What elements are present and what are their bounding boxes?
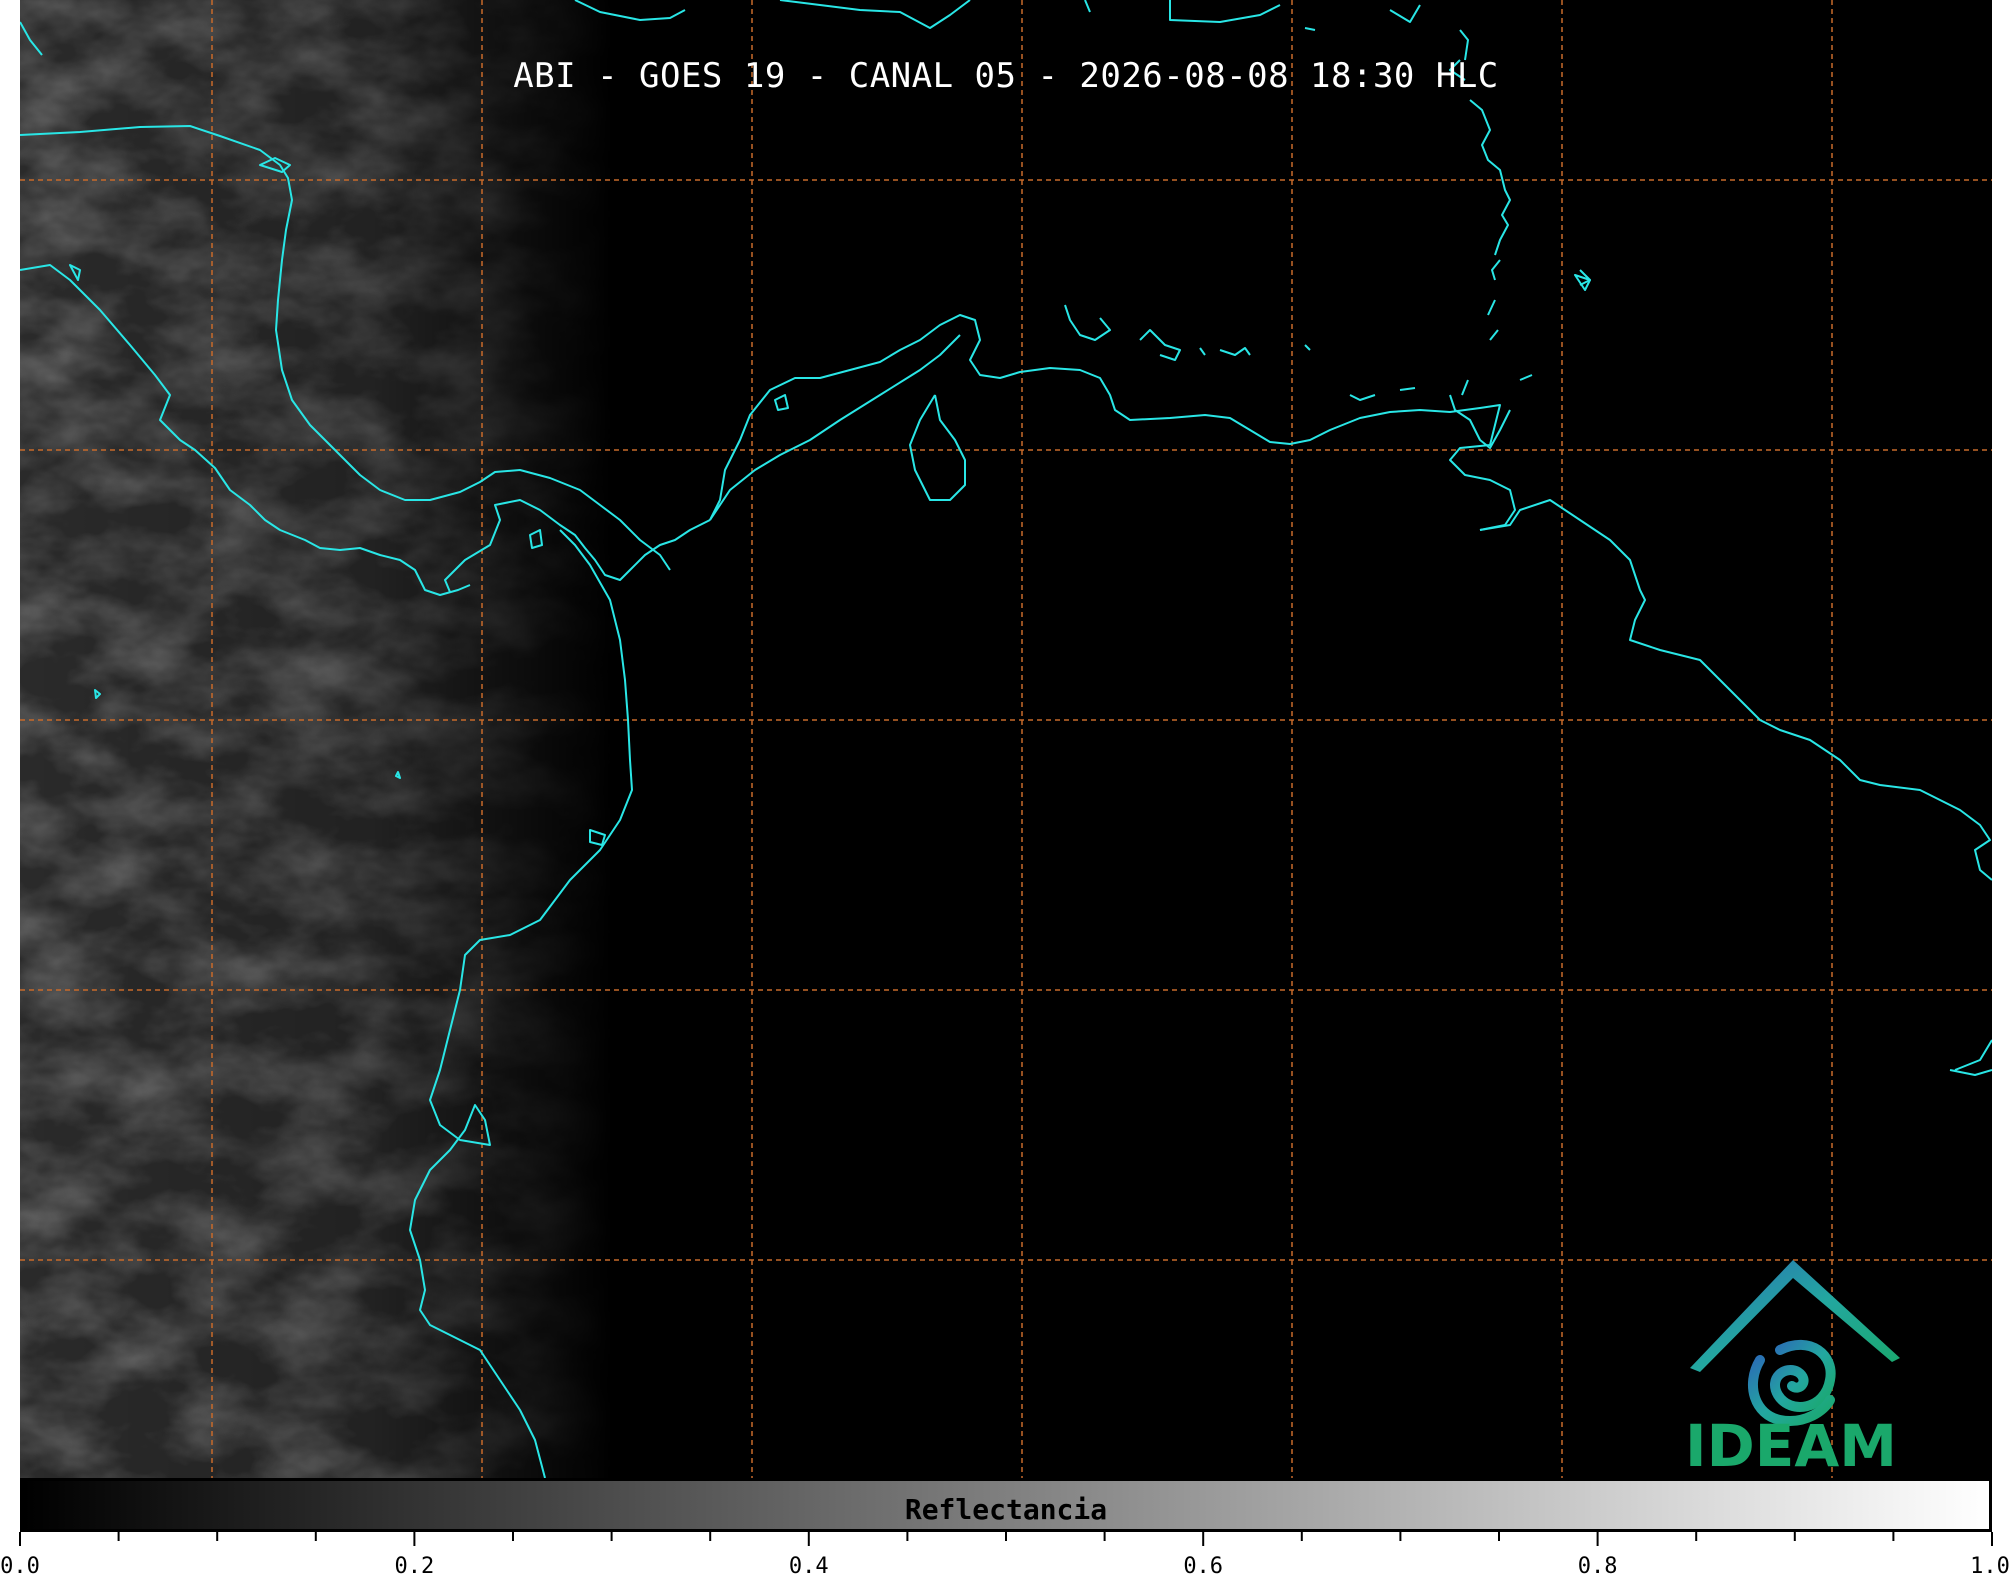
coastline-panama [444, 499, 711, 593]
colorbar-tick-label: 0.8 [1577, 1554, 1618, 1579]
mountain-roof-icon [1690, 1260, 1900, 1372]
colorbar-ticks [19, 1532, 1993, 1546]
coastline-central-america-caribbean [20, 21, 671, 571]
coastline-small-islands [69, 157, 1591, 846]
satellite-map: ABI - GOES 19 - CANAL 05 - 2026-08-08 18… [20, 0, 1992, 1478]
spiral-icon [1747, 1339, 1836, 1426]
ideam-logo-text: IDEAM [1685, 1412, 1897, 1478]
colorbar-tick-label: 0.6 [1183, 1554, 1224, 1579]
colorbar-tick-label: 0.4 [788, 1554, 829, 1579]
colorbar-tick-label: 0.2 [394, 1554, 435, 1579]
colorbar-label: Reflectancia [904, 1493, 1108, 1526]
colorbar: Reflectancia [20, 1478, 1992, 1532]
coastline-pacific-central-america [20, 264, 471, 596]
coastline-la-guajira-peninsula [709, 334, 966, 521]
coastline-venezuela [1479, 499, 1992, 1076]
map-title: ABI - GOES 19 - CANAL 05 - 2026-08-08 18… [513, 56, 1499, 96]
colorbar-tick-label: 0.0 [0, 1554, 40, 1579]
colorbar-tick-label: 1.0 [1970, 1554, 2010, 1579]
coastline-colombia-pacific [409, 529, 633, 1478]
coastline-colombia-caribbean [709, 314, 1516, 531]
